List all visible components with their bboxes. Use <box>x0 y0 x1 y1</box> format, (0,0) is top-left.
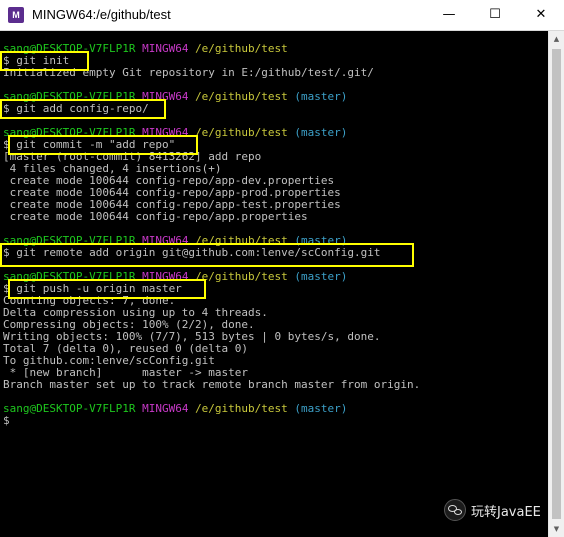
command-prompt-cursor: $ <box>3 414 10 427</box>
vertical-scrollbar[interactable]: ▲ ▼ <box>548 31 564 537</box>
scroll-down-icon[interactable]: ▼ <box>549 521 564 537</box>
prompt-branch: (master) <box>294 402 348 415</box>
window-title: MINGW64:/e/github/test <box>32 7 171 22</box>
wechat-icon <box>444 499 466 521</box>
prompt-branch: (master) <box>294 90 348 103</box>
mingw-app-icon: M <box>8 7 24 23</box>
prompt-branch: (master) <box>294 126 348 139</box>
close-button[interactable]: ✕ <box>518 0 564 30</box>
watermark: 玩转JavaEE <box>444 499 541 521</box>
minimize-button[interactable]: — <box>426 0 472 30</box>
prompt-shell: MINGW64 <box>142 402 189 415</box>
prompt-user: sang@DESKTOP-V7FLP1R <box>3 402 136 415</box>
prompt-path: /e/github/test <box>195 90 288 103</box>
highlight-box <box>8 135 198 155</box>
prompt-path: /e/github/test <box>195 270 288 283</box>
highlight-box <box>0 99 166 119</box>
terminal-output[interactable]: sang@DESKTOP-V7FLP1R MINGW64 /e/github/t… <box>0 31 548 537</box>
prompt-branch: (master) <box>294 270 348 283</box>
prompt-line: sang@DESKTOP-V7FLP1R MINGW64 /e/github/t… <box>3 403 347 415</box>
output-line: create mode 100644 config-repo/app.prope… <box>3 210 308 223</box>
maximize-button[interactable]: ☐ <box>472 0 518 30</box>
title-bar: M MINGW64:/e/github/test — ☐ ✕ <box>0 0 564 31</box>
prompt-path: /e/github/test <box>195 42 288 55</box>
highlight-box <box>0 51 89 71</box>
prompt-shell: MINGW64 <box>142 42 189 55</box>
scroll-up-icon[interactable]: ▲ <box>549 31 564 47</box>
watermark-text: 玩转JavaEE <box>471 504 541 520</box>
output-line: Branch master set up to track remote bra… <box>3 378 421 391</box>
highlight-box <box>0 243 414 267</box>
prompt-path: /e/github/test <box>195 126 288 139</box>
highlight-box <box>8 279 206 299</box>
prompt-path: /e/github/test <box>195 402 288 415</box>
scroll-thumb[interactable] <box>552 49 561 519</box>
